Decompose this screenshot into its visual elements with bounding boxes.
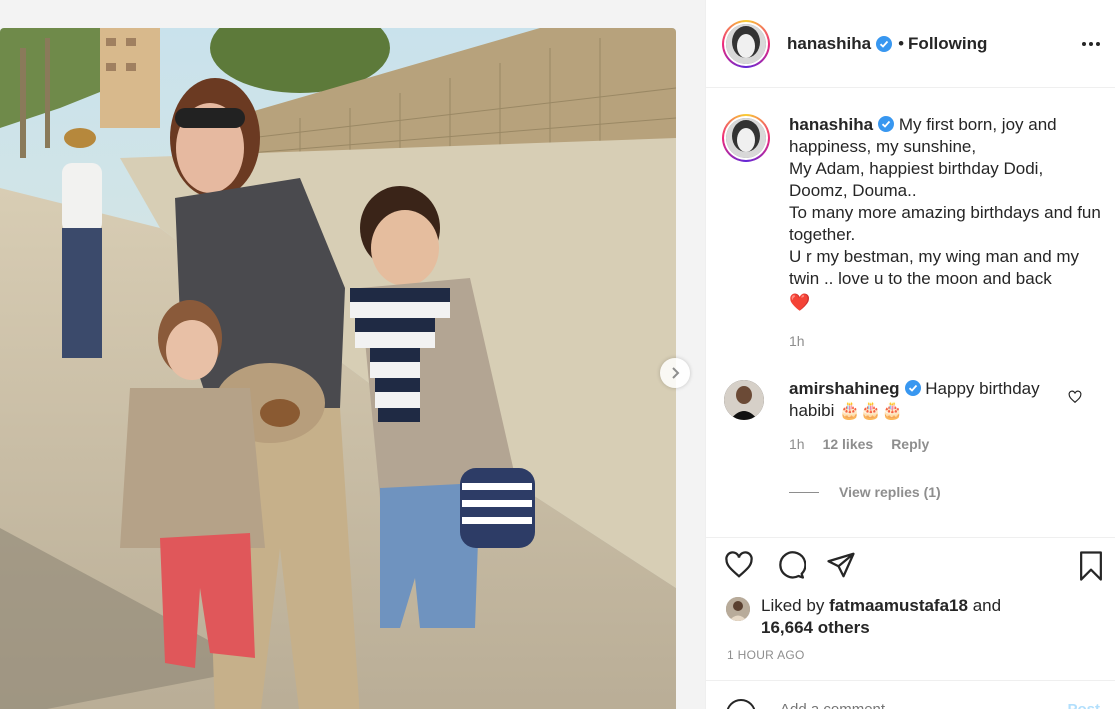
view-replies-button[interactable]: View replies (1) [789,484,941,500]
liker-avatar[interactable] [726,597,750,621]
heart-emoji: ❤️ [789,293,811,312]
cake-emoji: 🎂🎂🎂 [839,401,903,420]
likes-and: and [972,596,1002,615]
post-comment-button[interactable]: Post [1067,701,1100,709]
post-photo[interactable] [0,28,676,709]
comment-button[interactable] [776,550,807,585]
caption-text: hanashiha My first born, joy and happine… [789,114,1102,314]
instagram-post-modal: hanashiha • Following hanashiha My first… [0,0,1115,709]
comment-like-button[interactable] [1068,390,1082,409]
author-username[interactable]: hanashiha [787,34,871,54]
post-timestamp[interactable]: 1 HOUR AGO [727,648,805,662]
comment-reply-button[interactable]: Reply [891,436,929,452]
photo-pane [0,0,705,709]
comment-likes[interactable]: 12 likes [823,436,874,452]
post-header: hanashiha • Following [706,0,1115,88]
comment-like-icon [1068,390,1082,404]
more-options-button[interactable] [1079,34,1103,54]
following-button[interactable]: Following [908,34,987,54]
view-replies-label: View replies (1) [839,484,941,500]
save-button[interactable] [1076,550,1106,587]
post-details-panel: hanashiha • Following hanashiha My first… [705,0,1115,709]
caption-time[interactable]: 1h [789,333,805,349]
next-photo-button[interactable] [660,358,690,388]
caption-body: My first born, joy and happiness, my sun… [789,115,1101,288]
share-icon [827,552,855,578]
verified-icon [878,116,895,132]
separator-dot: • [898,33,905,53]
share-button[interactable] [826,550,856,585]
next-arrow-icon [672,367,680,379]
liked-by-prefix: Liked by [761,596,825,615]
author-avatar[interactable] [722,19,770,68]
caption-username[interactable]: hanashiha [789,115,873,134]
post-actions [722,550,1102,586]
commenter-username[interactable]: amirshahineg [789,379,900,398]
comment-text: amirshahineg Happy birthday habibi 🎂🎂🎂 [789,378,1054,422]
liker-username[interactable]: fatmaamustafa18 [829,596,968,615]
commenter-avatar[interactable] [724,380,764,420]
save-icon [1080,551,1102,581]
more-options-icon [1082,42,1100,46]
add-comment-bar: Post [706,680,1115,709]
like-button[interactable] [724,550,754,585]
verified-icon [904,380,921,396]
comment-input[interactable] [780,701,1030,709]
emoji-icon[interactable] [726,699,756,709]
likes-others[interactable]: 16,664 others [761,618,870,637]
replies-line [789,491,819,493]
comment-item: amirshahineg Happy birthday habibi 🎂🎂🎂 1… [724,378,1104,452]
comment-icon [779,551,807,579]
comments-section[interactable]: hanashiha My first born, joy and happine… [706,88,1115,538]
caption: hanashiha My first born, joy and happine… [722,114,1102,314]
like-heart-icon [725,551,753,578]
likes-summary: Liked by fatmaamustafa18 and 16,664 othe… [726,595,1001,639]
likes-text: Liked by fatmaamustafa18 and 16,664 othe… [761,595,1001,639]
caption-avatar[interactable] [722,114,770,162]
comment-time[interactable]: 1h [789,436,805,452]
verified-icon [876,35,893,52]
